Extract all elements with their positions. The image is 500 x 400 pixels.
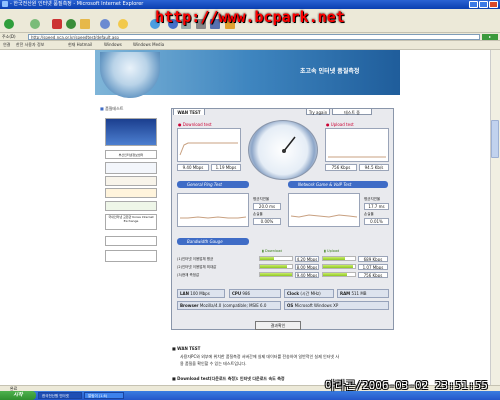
- desc-heading: ■ WAN TEST: [172, 346, 201, 351]
- bw-upload-col: ▮ Upload: [324, 249, 340, 253]
- window-title: - 한국전산원 인터넷 품질측정 - Microsoft Internet Ex…: [10, 1, 144, 7]
- game-loss-label: 손실율: [364, 212, 374, 216]
- scrollbar-thumb[interactable]: [491, 120, 499, 158]
- banner-title: 초고속 인터넷 품질측정: [300, 68, 360, 75]
- sidebar-link[interactable]: 국내인터넷 교환관 Korea Internet Exchange: [105, 214, 157, 230]
- bw-upload-bar: [322, 272, 356, 277]
- bw-upload-bar: [322, 256, 356, 261]
- download-test-label: ● Download test: [178, 122, 212, 127]
- sidebar-title: ■ 품질테스트: [100, 106, 124, 111]
- tab-wan-test[interactable]: WAN TEST: [173, 108, 205, 115]
- address-label: 주소(D): [2, 34, 16, 39]
- ping-chart-svg: [180, 216, 247, 219]
- bw-upload-fill: [323, 257, 346, 260]
- game-loss-value: 0.01%: [364, 218, 389, 225]
- date-stamp: 야라곤/2006-03-02 23:51:55: [325, 379, 488, 392]
- bw-upload-value: 1.07 Mbps: [358, 264, 388, 270]
- bw-download-col: ▮ Download: [262, 249, 283, 253]
- sidebar-link[interactable]: [105, 176, 157, 186]
- sidebar-banner-image[interactable]: [105, 118, 157, 146]
- upload-chart-svg: [328, 156, 386, 158]
- speed-gauge: [248, 120, 318, 180]
- link-item[interactable]: 한전 사용자 정보: [16, 42, 44, 48]
- bw-download-value: 4.20 Mbps: [295, 256, 319, 262]
- sidebar-link[interactable]: 부산인터넷정보센터: [105, 150, 157, 159]
- taskbar-item[interactable]: 알림이 (1.6): [84, 392, 124, 399]
- game-chart: [288, 193, 360, 227]
- upload-test-label: ● Upload test: [326, 122, 354, 127]
- os-info: OS Microsoft Windows XP: [284, 301, 389, 310]
- bw-upload-value: 756 Kbps: [358, 272, 388, 278]
- game-chart-svg: [290, 214, 358, 218]
- download-time: 1.19 Mbps: [211, 164, 241, 171]
- ping-loss-label: 손실율: [253, 212, 263, 216]
- bw-download-fill: [260, 257, 275, 260]
- browser-info: Browser Mozilla/4.0 (compatible; MSIE 6.…: [177, 301, 281, 310]
- bw-download-value: 8.00 Mbps: [295, 264, 319, 270]
- link-item[interactable]: Windows: [104, 42, 122, 48]
- close-button[interactable]: [489, 1, 498, 8]
- download-chart-svg: [179, 142, 238, 156]
- download-line: [179, 142, 238, 156]
- bandwidth-header: Bandwidth Gauge: [177, 238, 249, 245]
- link-item[interactable]: Windows Media: [133, 42, 164, 48]
- sidebar-link[interactable]: [105, 201, 157, 211]
- bw-download-value: 9.40 Mbps: [295, 272, 319, 278]
- ping-avg-value: 20.0 ms: [253, 203, 281, 210]
- ie-icon: [2, 1, 8, 7]
- ping-test-header: General Ping Test: [177, 181, 249, 188]
- watermark-text: http://www.bcpark.net: [155, 8, 345, 26]
- download-chart: [177, 128, 241, 162]
- ping-line: [180, 216, 247, 219]
- upload-chart: [325, 128, 389, 162]
- result-confirm-button[interactable]: 결과확인: [255, 321, 301, 330]
- sidebar-link[interactable]: [105, 162, 157, 174]
- link-item[interactable]: 현재 Hotmail: [68, 42, 92, 48]
- bw-download-fill: [260, 273, 292, 276]
- upload-time: 94.5 Kb/s: [359, 164, 389, 171]
- download-speed: 9.40 Mbps: [177, 164, 209, 171]
- vertical-scrollbar[interactable]: [490, 50, 500, 385]
- links-label: 연결: [3, 42, 11, 47]
- bw-download-bar: [259, 264, 293, 269]
- bw-row-label: (3)현재 측정값: [177, 273, 200, 277]
- clock-info: Clock (시간 MHz): [284, 289, 334, 298]
- bw-upload-fill: [323, 265, 354, 268]
- start-button[interactable]: 시작: [0, 391, 36, 400]
- gauge-needle: [282, 136, 296, 153]
- sidebar-link[interactable]: [105, 188, 157, 198]
- bw-row-label: (1)인터넷 이용업체 평균: [177, 257, 214, 261]
- bw-row-label: (2)인터넷 이용업체 최대값: [177, 265, 217, 269]
- desc-heading-2: ■ Download test(다운로드 측정): 인터넷 다운로드 속도 측정: [172, 376, 285, 381]
- test-status-button[interactable]: 테스트 중: [332, 108, 372, 115]
- lan-info: LAN 100 Mbps: [177, 289, 225, 298]
- ping-chart: [177, 193, 249, 227]
- taskbar-item[interactable]: 한국전산원 인터넷: [38, 392, 82, 399]
- game-line: [290, 214, 358, 218]
- bw-upload-value: 689 Kbps: [358, 256, 388, 262]
- upload-speed: 756 Kbps: [325, 164, 357, 171]
- game-avg-label: 평균지연율: [364, 197, 381, 201]
- sidebar-link[interactable]: [105, 236, 157, 246]
- ping-avg-label: 평균지연율: [253, 197, 270, 201]
- try-again-button[interactable]: Try again: [306, 108, 330, 115]
- address-input[interactable]: http://speed.nca.or.kr/speedtest/default…: [28, 34, 480, 40]
- minimize-button[interactable]: [469, 1, 478, 8]
- bw-download-fill: [260, 265, 288, 268]
- bw-upload-fill: [323, 273, 347, 276]
- ram-info: RAM 511 MB: [337, 289, 389, 298]
- sidebar-link[interactable]: [105, 250, 157, 262]
- desc-text-2: 용 품질을 확인할 수 있는 테스트입니다.: [180, 361, 247, 366]
- game-test-header: Network Game & VoIP Test: [288, 181, 388, 188]
- ping-loss-value: 0.00%: [253, 218, 281, 225]
- game-avg-value: 17.7 ms: [364, 203, 389, 210]
- desc-text: 사용자PC와 외부에 위치한 품질측정 서버간에 실제 데이터를 전송하여 일반…: [180, 354, 340, 359]
- cpu-info: CPU 986: [229, 289, 281, 298]
- go-button[interactable]: ▸: [482, 34, 498, 40]
- bw-download-bar: [259, 256, 293, 261]
- bw-upload-bar: [322, 264, 356, 269]
- bw-download-bar: [259, 272, 293, 277]
- maximize-button[interactable]: [479, 1, 488, 8]
